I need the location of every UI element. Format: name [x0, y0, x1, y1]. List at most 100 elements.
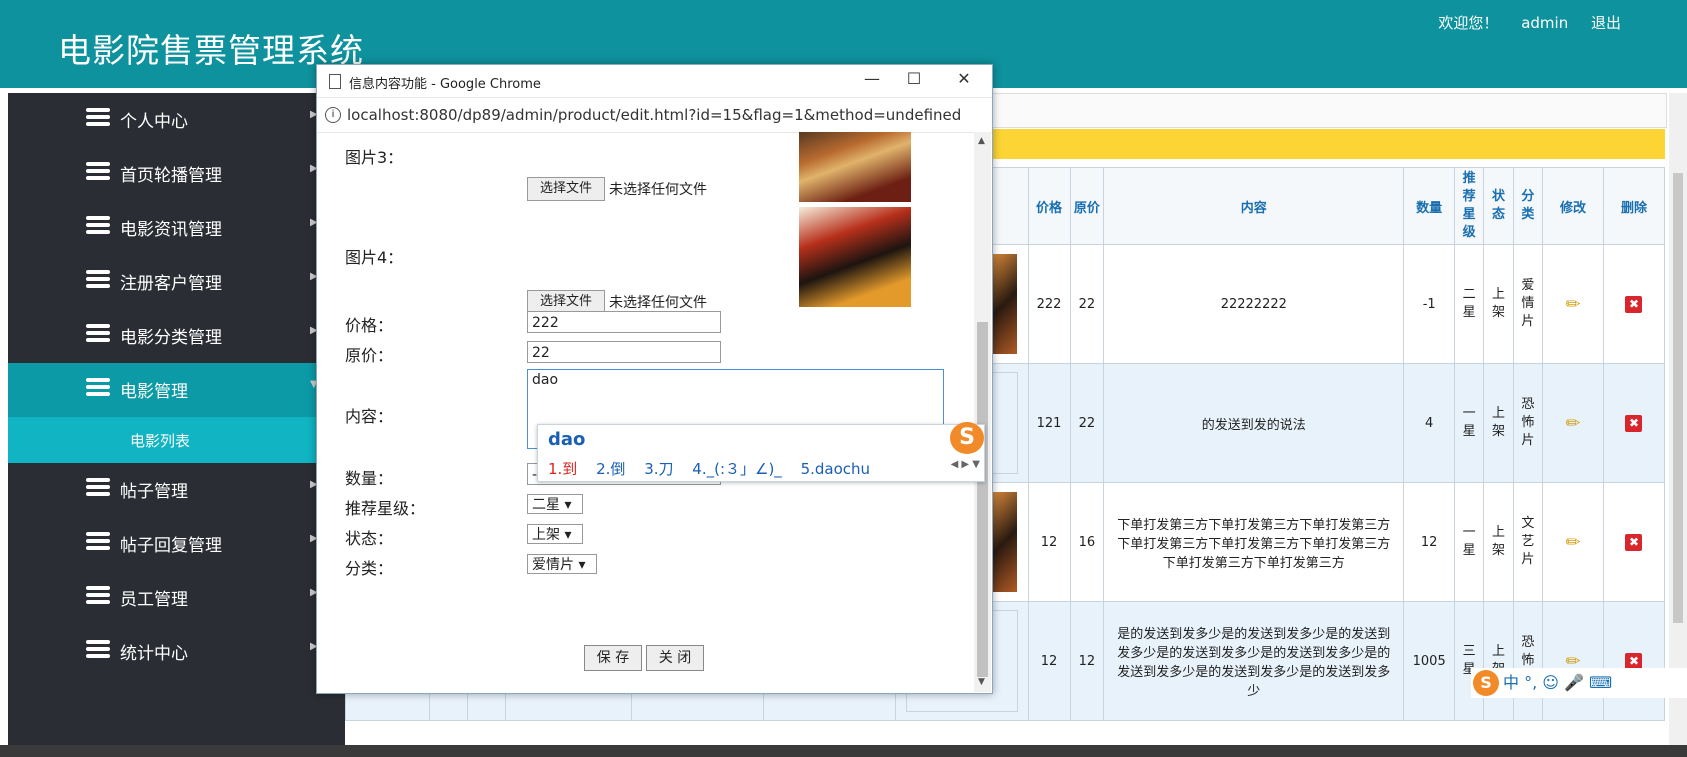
cell-content: 22222222 — [1103, 244, 1405, 364]
status-select[interactable]: 上架 ▾ — [527, 524, 583, 544]
pic3-label: 图片3： — [345, 148, 404, 167]
sidebar-item-staff[interactable]: 员工管理 ▶ — [8, 571, 345, 625]
col-header: 删除 — [1602, 167, 1666, 245]
sidebar-item-label: 电影资讯管理 — [120, 220, 222, 240]
logout-link[interactable]: 退出 — [1591, 14, 1621, 32]
edit-icon[interactable]: ✏ — [1565, 532, 1580, 553]
sidebar-item-customers[interactable]: 注册客户管理 ▶ — [8, 255, 345, 309]
maximize-icon[interactable]: ☐ — [899, 69, 929, 91]
cell-star: 一星 — [1462, 406, 1476, 439]
stack-icon — [86, 108, 110, 126]
cell-content: 是的发送到发多少是的发送到发多少是的发送到发多少是的发送到发多少是的发送到发多少… — [1103, 601, 1405, 721]
edit-icon[interactable]: ✏ — [1565, 294, 1580, 315]
stack-icon — [86, 324, 110, 342]
save-button[interactable]: 保 存 — [584, 645, 642, 671]
close-icon[interactable]: ✕ — [949, 69, 979, 91]
sidebar: 个人中心 ▶ 首页轮播管理 ▶ 电影资讯管理 ▶ 注册客户管理 ▶ 电影分类管理… — [8, 93, 345, 745]
pic3-no-file: 未选择任何文件 — [609, 182, 707, 198]
cell-qty: -1 — [1403, 244, 1455, 364]
col-header: 修改 — [1542, 167, 1604, 245]
sidebar-subitem-label: 电影列表 — [130, 432, 191, 450]
delete-icon[interactable]: ✖ — [1625, 295, 1643, 313]
scrollbar-thumb[interactable] — [977, 322, 988, 677]
ime-toolbar[interactable]: S中 °, ☺ 🎤 ⌨ — [1471, 668, 1687, 698]
cell-qty: 4 — [1403, 363, 1455, 483]
url-text[interactable]: localhost:8080/dp89/admin/product/edit.h… — [347, 106, 961, 124]
pic3-file-button[interactable]: 选择文件 — [527, 177, 605, 201]
sidebar-item-news[interactable]: 电影资讯管理 ▶ — [8, 201, 345, 255]
cell-status: 上架 — [1491, 525, 1505, 558]
taskbar-strip — [0, 745, 1687, 757]
col-header: 状态 — [1483, 167, 1514, 245]
cell-content: 的发送到发的说法 — [1103, 363, 1405, 483]
sogou-icon[interactable]: S — [1473, 670, 1499, 696]
page-scrollbar[interactable] — [1669, 93, 1687, 745]
sidebar-item-label: 个人中心 — [120, 112, 188, 132]
close-button[interactable]: 关 闭 — [646, 645, 704, 671]
col-header: 分类 — [1512, 167, 1544, 245]
orig-price-input[interactable]: 22 — [527, 341, 721, 363]
cell-orig: 16 — [1069, 482, 1105, 602]
sidebar-item-label: 首页轮播管理 — [120, 166, 222, 186]
star-select[interactable]: 二星 ▾ — [527, 494, 583, 514]
status-label: 状态： — [345, 529, 394, 548]
ime-toolbar-icons[interactable]: 中 °, ☺ 🎤 ⌨ — [1503, 673, 1612, 692]
sidebar-subitem-movie-list[interactable]: 电影列表 — [8, 417, 345, 463]
pic4-label: 图片4： — [345, 248, 404, 267]
ime-page-nav-icon[interactable]: ◀ ▶ ▼ — [951, 459, 980, 470]
cell-orig: 22 — [1069, 244, 1105, 364]
stack-icon — [86, 532, 110, 550]
delete-icon[interactable]: ✖ — [1625, 652, 1643, 670]
stack-icon — [86, 478, 110, 496]
sidebar-item-posts[interactable]: 帖子管理 ▶ — [8, 463, 345, 517]
sidebar-item-label: 统计中心 — [120, 644, 188, 664]
cell-qty: 12 — [1403, 482, 1455, 602]
sidebar-item-carousel[interactable]: 首页轮播管理 ▶ — [8, 147, 345, 201]
ime-candidate[interactable]: 1.到 — [548, 460, 577, 478]
stack-icon — [86, 640, 110, 658]
stack-icon — [86, 216, 110, 234]
ime-candidates: 1.到 2.倒 3.刀 4._(:３」∠)_ 5.daochu — [548, 458, 884, 479]
scrollbar-thumb[interactable] — [1673, 173, 1683, 623]
sidebar-item-stats[interactable]: 统计中心 ▶ — [8, 625, 345, 679]
minimize-icon[interactable]: — — [857, 69, 887, 91]
cell-content: 下单打发第三方下单打发第三方下单打发第三方下单打发第三方下单打发第三方下单打发第… — [1103, 482, 1405, 602]
scroll-up-icon[interactable]: ▲ — [978, 136, 985, 146]
sidebar-item-label: 员工管理 — [120, 590, 188, 610]
orig-price-label: 原价： — [345, 346, 394, 365]
cell-price: 12 — [1027, 601, 1071, 721]
ime-candidate[interactable]: 2.倒 — [596, 460, 625, 478]
popup-title: 信息内容功能 - Google Chrome — [349, 77, 541, 92]
sidebar-item-replies[interactable]: 帖子回复管理 ▶ — [8, 517, 345, 571]
scroll-down-icon[interactable]: ▼ — [978, 677, 985, 687]
ime-candidate[interactable]: 5.daochu — [801, 460, 870, 478]
sidebar-item-personal[interactable]: 个人中心 ▶ — [8, 93, 345, 147]
address-bar[interactable]: i localhost:8080/dp89/admin/product/edit… — [317, 97, 992, 133]
cell-cat: 恐怖片 — [1521, 397, 1535, 448]
delete-icon[interactable]: ✖ — [1625, 414, 1643, 432]
welcome-text: 欢迎您！ — [1438, 14, 1499, 32]
delete-icon[interactable]: ✖ — [1625, 533, 1643, 551]
cell-star: 一星 — [1462, 525, 1476, 558]
pic4-no-file: 未选择任何文件 — [609, 295, 707, 311]
sidebar-item-movies[interactable]: 电影管理 ▼ — [8, 363, 345, 417]
popup-titlebar[interactable]: 信息内容功能 - Google Chrome — ☐ ✕ — [317, 65, 992, 97]
stack-icon — [86, 586, 110, 604]
pic3-preview — [799, 132, 911, 202]
sidebar-item-label: 帖子管理 — [120, 482, 188, 502]
cell-cat: 文艺片 — [1521, 516, 1535, 567]
info-icon[interactable]: i — [325, 107, 341, 123]
sidebar-item-label: 注册客户管理 — [120, 274, 222, 294]
price-input[interactable]: 222 — [527, 311, 721, 333]
cell-qty: 1005 — [1403, 601, 1455, 721]
popup-scrollbar[interactable]: ▲ ▼ — [974, 132, 991, 692]
ime-candidate[interactable]: 3.刀 — [644, 460, 673, 478]
sidebar-item-categories[interactable]: 电影分类管理 ▶ — [8, 309, 345, 363]
cell-price: 222 — [1027, 244, 1071, 364]
ime-candidate[interactable]: 4._(:３」∠)_ — [692, 460, 782, 478]
username-link[interactable]: admin — [1521, 14, 1568, 32]
edit-icon[interactable]: ✏ — [1565, 413, 1580, 434]
cell-star: 二星 — [1462, 287, 1476, 320]
edit-form: 图片3： 选择文件 未选择任何文件 图片4： 选择文件 未选择任何文件 价格： … — [317, 132, 974, 692]
category-select[interactable]: 爱情片 ▾ — [527, 554, 597, 574]
